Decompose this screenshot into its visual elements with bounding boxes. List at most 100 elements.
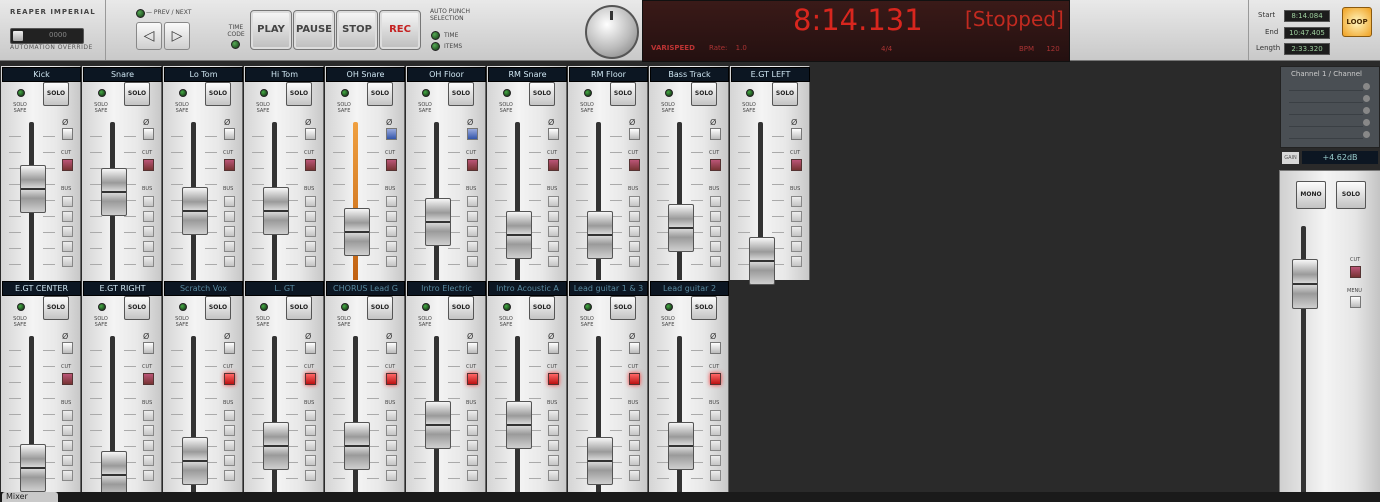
- bus-button[interactable]: [467, 470, 478, 481]
- master-solo-button[interactable]: SOLO: [1336, 181, 1366, 209]
- master-menu-button[interactable]: [1350, 296, 1361, 308]
- channel-row-dot[interactable]: [1363, 83, 1370, 90]
- track-name[interactable]: Snare: [83, 67, 162, 82]
- bus-button[interactable]: [62, 256, 73, 267]
- stop-button[interactable]: STOP: [336, 10, 378, 50]
- solo-safe-led[interactable]: [341, 89, 349, 97]
- bus-button[interactable]: [62, 440, 73, 451]
- bus-button[interactable]: [143, 211, 154, 222]
- solo-safe-led[interactable]: [260, 89, 268, 97]
- record-button[interactable]: REC: [379, 10, 421, 50]
- solo-button[interactable]: SOLO: [691, 296, 717, 320]
- solo-safe-led[interactable]: [98, 89, 106, 97]
- solo-button[interactable]: SOLO: [205, 296, 231, 320]
- track-name[interactable]: OH Floor: [407, 67, 486, 82]
- volume-fader[interactable]: [20, 165, 46, 213]
- bus-button[interactable]: [143, 425, 154, 436]
- pause-button[interactable]: PAUSE: [293, 10, 335, 50]
- track-name[interactable]: E.GT LEFT: [731, 67, 810, 82]
- bus-button[interactable]: [143, 226, 154, 237]
- bus-button[interactable]: [467, 211, 478, 222]
- bus-button[interactable]: [386, 440, 397, 451]
- bus-button[interactable]: [548, 410, 559, 421]
- bus-button[interactable]: [224, 425, 235, 436]
- bus-button[interactable]: [224, 226, 235, 237]
- bus-button[interactable]: [629, 425, 640, 436]
- bus-button[interactable]: [143, 256, 154, 267]
- bus-button[interactable]: [710, 226, 721, 237]
- bus-button[interactable]: [467, 196, 478, 207]
- channel-row-dot[interactable]: [1363, 95, 1370, 102]
- solo-button[interactable]: SOLO: [43, 296, 69, 320]
- bus-button[interactable]: [305, 425, 316, 436]
- bus-button[interactable]: [710, 241, 721, 252]
- cut-button[interactable]: [629, 373, 640, 385]
- bus-button[interactable]: [710, 425, 721, 436]
- bus-button[interactable]: [710, 410, 721, 421]
- bus-button[interactable]: [629, 256, 640, 267]
- solo-button[interactable]: SOLO: [448, 82, 474, 106]
- solo-safe-led[interactable]: [584, 303, 592, 311]
- channel-row[interactable]: [1289, 93, 1363, 103]
- track-name[interactable]: E.GT CENTER: [2, 281, 81, 296]
- volume-fader[interactable]: [749, 237, 775, 285]
- volume-fader[interactable]: [506, 401, 532, 449]
- bus-button[interactable]: [467, 241, 478, 252]
- bus-button[interactable]: [305, 410, 316, 421]
- solo-button[interactable]: SOLO: [610, 82, 636, 106]
- bus-button[interactable]: [548, 241, 559, 252]
- solo-safe-led[interactable]: [260, 303, 268, 311]
- channel-row-dot[interactable]: [1363, 131, 1370, 138]
- solo-safe-led[interactable]: [665, 89, 673, 97]
- cut-button[interactable]: [62, 373, 73, 385]
- phase-invert-button[interactable]: [710, 342, 721, 354]
- phase-invert-button[interactable]: [791, 128, 802, 140]
- bus-button[interactable]: [224, 256, 235, 267]
- cut-button[interactable]: [143, 373, 154, 385]
- bus-button[interactable]: [710, 196, 721, 207]
- bus-button[interactable]: [305, 196, 316, 207]
- jog-wheel-knob[interactable]: [585, 5, 639, 59]
- solo-safe-led[interactable]: [179, 303, 187, 311]
- bus-button[interactable]: [467, 455, 478, 466]
- phase-invert-button[interactable]: [548, 342, 559, 354]
- track-name[interactable]: Scratch Vox: [164, 281, 243, 296]
- solo-button[interactable]: SOLO: [610, 296, 636, 320]
- track-name[interactable]: Lead guitar 1 & 3: [569, 281, 648, 296]
- cut-button[interactable]: [548, 373, 559, 385]
- bus-button[interactable]: [548, 211, 559, 222]
- bus-button[interactable]: [629, 410, 640, 421]
- bus-button[interactable]: [386, 410, 397, 421]
- track-name[interactable]: Lead guitar 2: [650, 281, 729, 296]
- cut-button[interactable]: [791, 159, 802, 171]
- loop-button[interactable]: LOOP: [1342, 7, 1372, 37]
- length-value[interactable]: 2:33.320: [1284, 43, 1330, 55]
- play-button[interactable]: PLAY: [250, 10, 292, 50]
- track-name[interactable]: Intro Electric: [407, 281, 486, 296]
- mixer-tab[interactable]: Mixer: [2, 492, 58, 502]
- phase-invert-button[interactable]: [467, 128, 478, 140]
- bus-button[interactable]: [710, 211, 721, 222]
- volume-fader[interactable]: [20, 444, 46, 492]
- volume-fader[interactable]: [101, 168, 127, 216]
- solo-button[interactable]: SOLO: [286, 82, 312, 106]
- next-button[interactable]: ▷: [164, 22, 190, 50]
- bus-button[interactable]: [548, 226, 559, 237]
- bus-button[interactable]: [305, 241, 316, 252]
- solo-safe-led[interactable]: [179, 89, 187, 97]
- bus-button[interactable]: [467, 425, 478, 436]
- volume-fader[interactable]: [587, 211, 613, 259]
- solo-safe-led[interactable]: [17, 89, 25, 97]
- bus-button[interactable]: [62, 470, 73, 481]
- cut-button[interactable]: [710, 373, 721, 385]
- bus-button[interactable]: [710, 256, 721, 267]
- bus-button[interactable]: [386, 211, 397, 222]
- bus-button[interactable]: [791, 196, 802, 207]
- bus-button[interactable]: [143, 455, 154, 466]
- bus-button[interactable]: [791, 241, 802, 252]
- bus-button[interactable]: [143, 440, 154, 451]
- bus-button[interactable]: [386, 256, 397, 267]
- phase-invert-button[interactable]: [224, 342, 235, 354]
- solo-safe-led[interactable]: [584, 89, 592, 97]
- solo-button[interactable]: SOLO: [448, 296, 474, 320]
